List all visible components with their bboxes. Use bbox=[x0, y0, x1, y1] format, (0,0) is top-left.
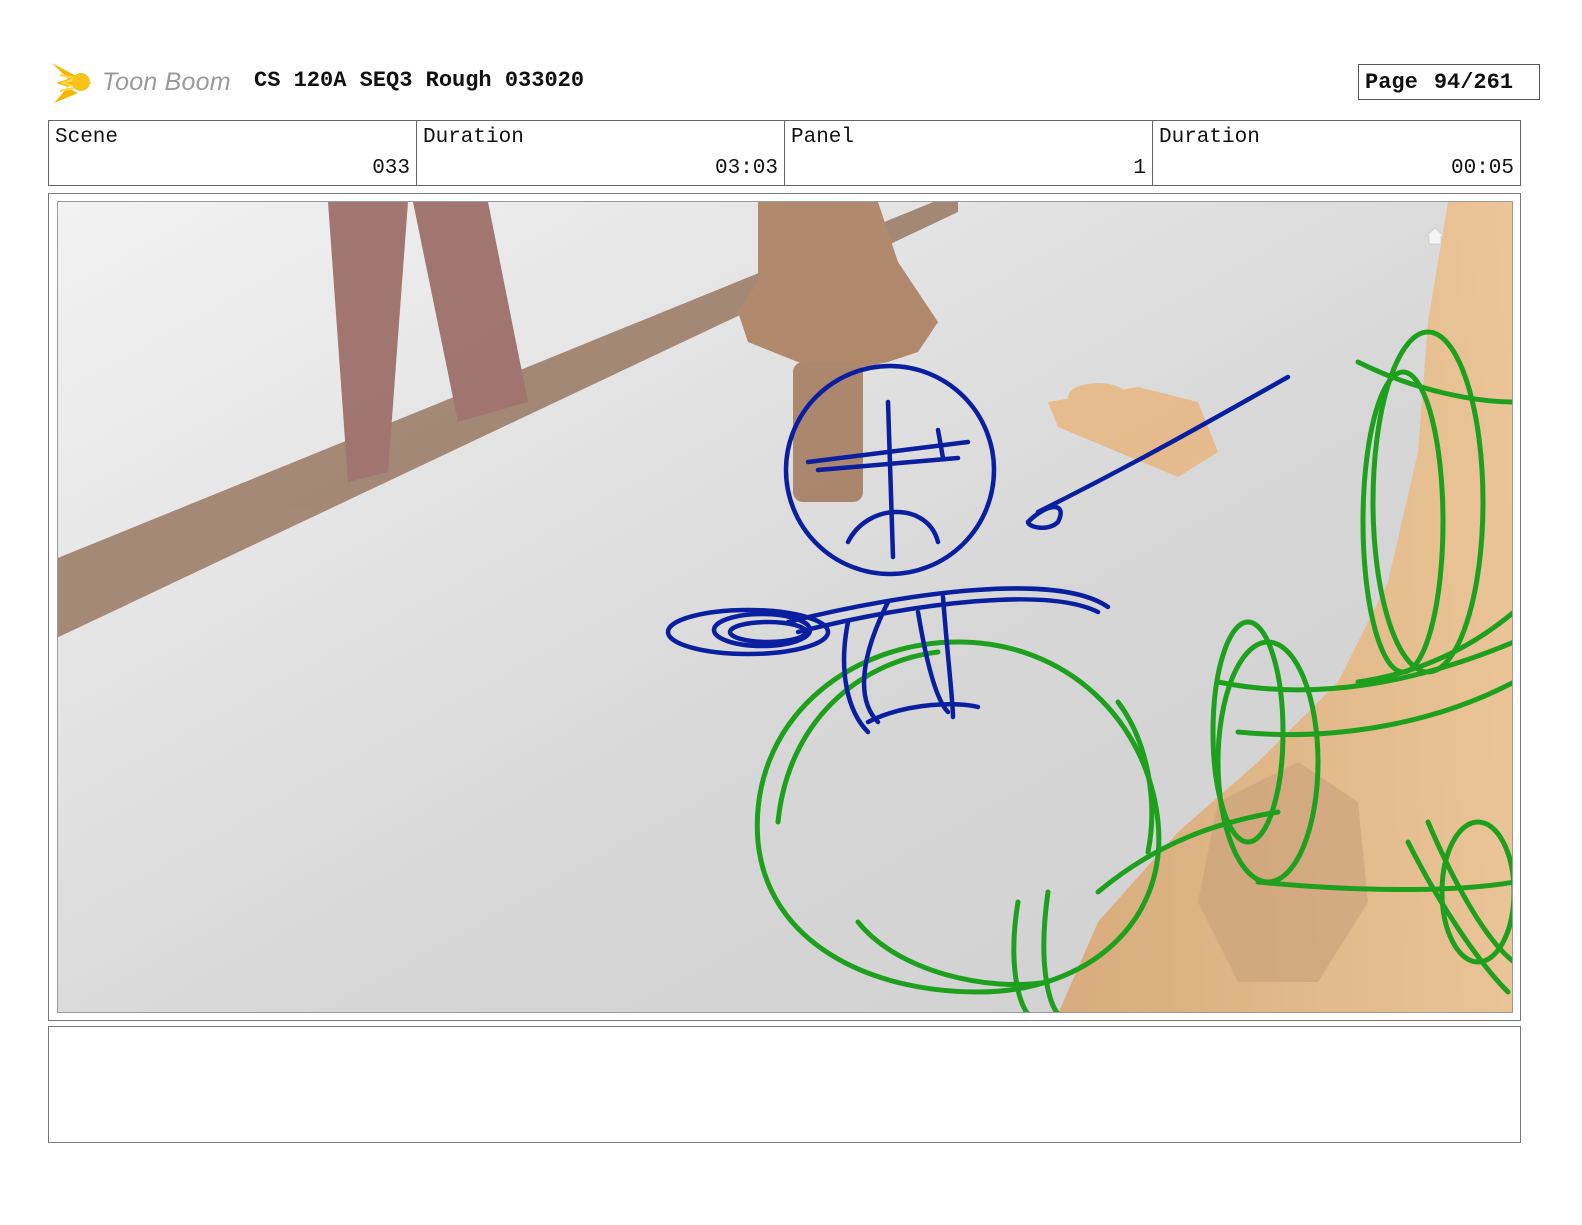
page-label: Page bbox=[1365, 69, 1418, 95]
brand-name: Toon Boom bbox=[102, 67, 231, 96]
panel-cell: Panel 1 bbox=[785, 121, 1153, 185]
panel-duration-value: 00:05 bbox=[1450, 157, 1514, 180]
panel-image bbox=[57, 201, 1513, 1013]
document-title: CS 120A SEQ3 Rough 033020 bbox=[254, 68, 585, 93]
page-number: 94/261 bbox=[1433, 69, 1514, 95]
panel-artwork bbox=[58, 202, 1512, 1012]
storyboard-panel bbox=[48, 193, 1521, 1021]
toon-boom-logo: Toon Boom bbox=[48, 56, 231, 108]
panel-value: 1 bbox=[1133, 157, 1146, 180]
panel-duration-label: Duration bbox=[1159, 126, 1260, 149]
panel-duration-cell: Duration 00:05 bbox=[1153, 121, 1520, 185]
page-indicator: Page 94/261 bbox=[1358, 64, 1540, 100]
scene-label: Scene bbox=[55, 126, 119, 149]
scene-duration-label: Duration bbox=[423, 126, 524, 149]
panel-notes bbox=[48, 1026, 1521, 1143]
scene-duration-cell: Duration 03:03 bbox=[417, 121, 785, 185]
scene-duration-value: 03:03 bbox=[714, 157, 778, 180]
scene-value: 033 bbox=[372, 157, 410, 180]
page-header: Toon Boom CS 120A SEQ3 Rough 033020 Page… bbox=[48, 56, 1540, 108]
toon-boom-star-icon bbox=[52, 63, 94, 103]
panel-info-table: Scene 033 Duration 03:03 Panel 1 Duratio… bbox=[48, 120, 1521, 186]
scene-cell: Scene 033 bbox=[49, 121, 417, 185]
panel-label: Panel bbox=[791, 126, 855, 149]
